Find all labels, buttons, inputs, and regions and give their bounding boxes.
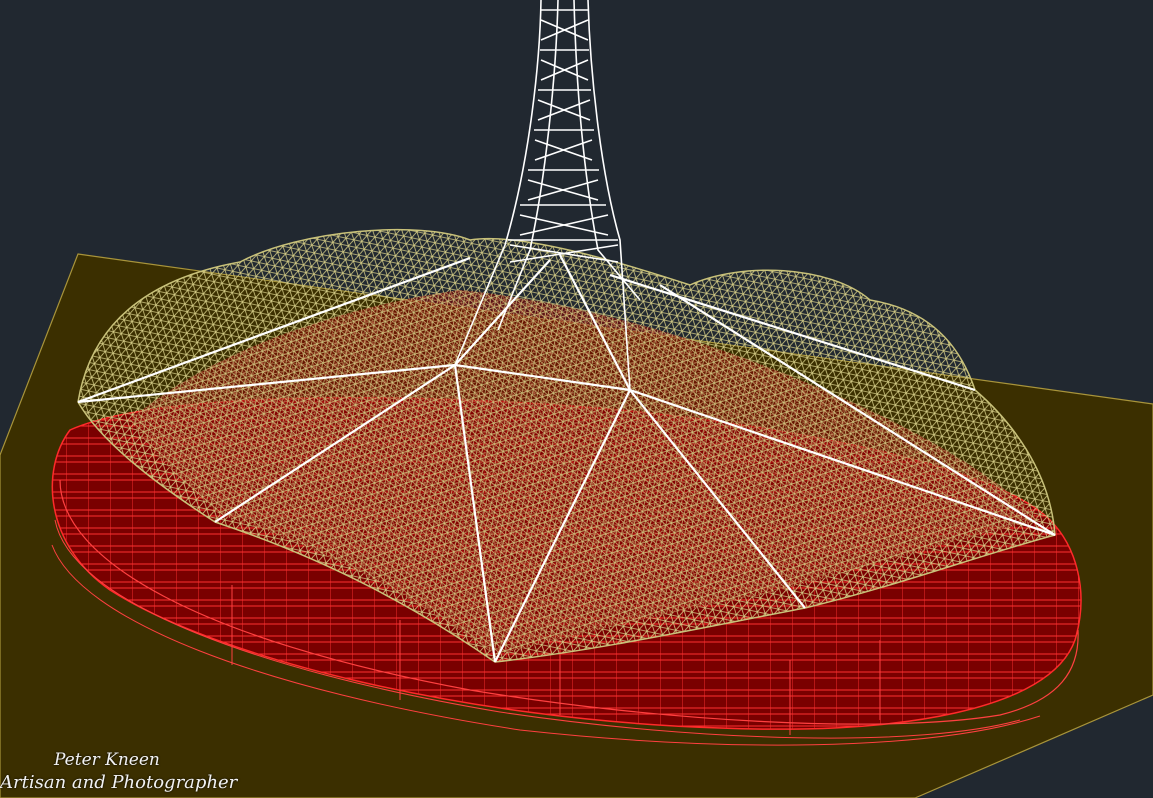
watermark-name: Peter Kneen <box>54 750 160 771</box>
wireframe-model-viewport <box>0 0 1153 798</box>
photographer-watermark: Peter Kneen Artisan and Photographer <box>0 750 237 794</box>
watermark-role: Artisan and Photographer <box>0 771 238 793</box>
